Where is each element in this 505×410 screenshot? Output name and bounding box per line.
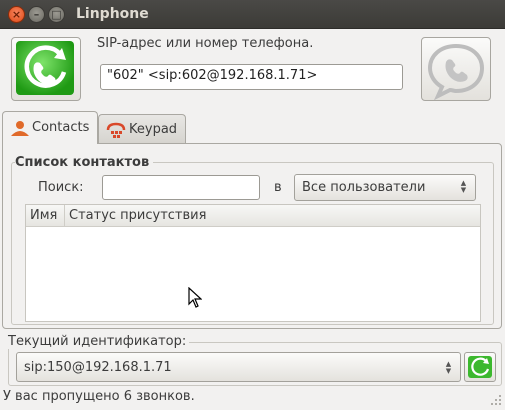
tab-contacts[interactable]: Contacts [2,111,98,144]
mouse-cursor-icon [188,287,202,308]
contacts-table[interactable]: Имя Статус присутствия [25,204,481,322]
sip-address-label: SIP-адрес или номер телефона. [97,36,314,51]
contacts-frame-title: Список контактов [15,155,154,170]
tab-contacts-label: Contacts [32,120,90,135]
contact-person-icon [11,121,29,136]
column-divider[interactable] [64,205,65,227]
resize-grip-icon[interactable] [490,394,502,406]
sip-address-input[interactable]: "602" <sip:602@192.168.1.71> [100,64,403,90]
updown-arrows-icon: ▲ ▼ [445,360,452,375]
green-phone-call-icon [16,41,74,95]
tab-keypad-label: Keypad [129,122,178,137]
window-maximize-button[interactable]: □ [48,6,65,23]
register-button[interactable] [464,352,496,382]
maximize-icon: □ [51,8,62,21]
green-refresh-call-icon [468,356,492,378]
search-scope-label: в [274,180,282,195]
gray-phone-hangup-icon [427,43,485,101]
identity-value: sip:150@192.168.1.71 [24,360,172,375]
column-header-presence[interactable]: Статус присутствия [69,208,206,223]
identity-select[interactable]: sip:150@192.168.1.71 ▲ ▼ [16,352,461,382]
hangup-button[interactable] [421,37,491,101]
status-bar-text: У вас пропущено 6 звонков. [3,389,195,404]
window-title: Linphone [76,6,149,22]
search-label: Поиск: [38,180,84,195]
contacts-tab-panel: Список контактов Поиск: в Все пользовате… [2,143,502,329]
sip-address-frame: SIP-адрес или номер телефона. "602" <sip… [94,35,411,99]
minimize-icon: – [33,8,40,21]
keypad-phone-icon [106,122,126,138]
title-bar: × – □ Linphone [0,0,505,29]
table-header: Имя Статус присутствия [26,205,480,227]
column-header-name[interactable]: Имя [30,208,57,223]
updown-arrows-icon: ▲ ▼ [460,179,467,194]
tab-keypad[interactable]: Keypad [98,114,186,143]
user-filter-select[interactable]: Все пользователи ▲ ▼ [294,174,476,201]
user-filter-value: Все пользователи [302,180,426,195]
identity-label: Текущий идентификатор: [8,334,190,349]
window-minimize-button[interactable]: – [28,6,45,23]
window-close-button[interactable]: × [8,6,25,23]
search-input[interactable] [102,175,260,200]
call-button[interactable] [11,37,81,101]
close-icon: × [11,8,22,21]
